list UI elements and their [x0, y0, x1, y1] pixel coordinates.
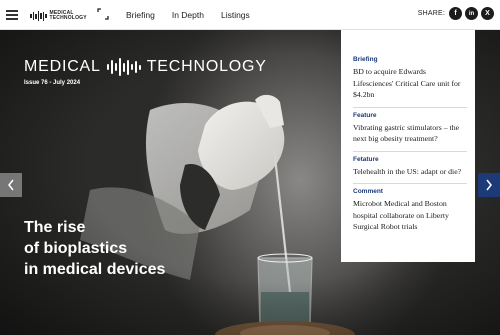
- article-item[interactable]: Briefing BD to acquire Edwards Lifescien…: [353, 30, 467, 108]
- article-title[interactable]: BD to acquire Edwards Lifesciences' Crit…: [353, 66, 467, 101]
- article-title[interactable]: Telehealth in the US: adapt or die?: [353, 166, 467, 178]
- article-title[interactable]: Vibrating gastric stimulators – the next…: [353, 122, 467, 145]
- main-nav: Briefing In Depth Listings: [126, 0, 250, 30]
- magazine-masthead: MEDICAL TECHNOLOGY: [24, 58, 267, 76]
- logo-text: MEDICAL TECHNOLOGY: [49, 9, 87, 21]
- carousel-prev-button[interactable]: [0, 173, 22, 197]
- carousel-next-button[interactable]: [478, 173, 500, 197]
- article-item[interactable]: Fetature Telehealth in the US: adapt or …: [353, 152, 467, 184]
- logo-wave-icon: [30, 11, 47, 21]
- top-bar: MEDICAL TECHNOLOGY Briefing In Depth Lis…: [0, 0, 500, 30]
- issue-label: Issue 76 - July 2024: [24, 80, 81, 86]
- headline-line: of bioplastics: [24, 240, 128, 257]
- article-item[interactable]: Feature Vibrating gastric stimulators – …: [353, 108, 467, 152]
- article-category: Feature: [353, 111, 377, 119]
- expand-icon[interactable]: [97, 8, 109, 20]
- article-title[interactable]: Microbot Medical and Boston hospital col…: [353, 198, 467, 233]
- masthead-word-left: MEDICAL: [24, 58, 101, 75]
- chevron-right-icon: [486, 179, 492, 191]
- headline-line: The rise: [24, 219, 86, 236]
- site-logo[interactable]: MEDICAL TECHNOLOGY: [30, 9, 87, 23]
- menu-icon[interactable]: [6, 10, 18, 20]
- chevron-left-icon: [8, 179, 14, 191]
- masthead-wave-icon: [106, 58, 141, 76]
- x-icon[interactable]: X: [481, 7, 494, 20]
- masthead-word-right: TECHNOLOGY: [146, 58, 267, 75]
- article-category: Briefing: [353, 56, 378, 63]
- share-label: SHARE:: [417, 10, 445, 17]
- share-bar: SHARE: f in X: [418, 7, 494, 20]
- facebook-icon[interactable]: f: [449, 7, 462, 20]
- nav-listings[interactable]: Listings: [221, 10, 250, 20]
- article-category: Comment: [353, 188, 383, 195]
- headline-line: in medical devices: [24, 261, 166, 278]
- hero-headline[interactable]: The rise of bioplastics in medical devic…: [24, 217, 224, 280]
- article-category: Fetature: [353, 155, 379, 163]
- page: MEDICAL TECHNOLOGY Briefing In Depth Lis…: [0, 0, 500, 335]
- nav-briefing[interactable]: Briefing: [126, 10, 155, 20]
- nav-in-depth[interactable]: In Depth: [172, 10, 204, 20]
- linkedin-icon[interactable]: in: [465, 7, 478, 20]
- article-item[interactable]: Comment Microbot Medical and Boston hosp…: [353, 184, 467, 239]
- article-list-panel: Briefing BD to acquire Edwards Lifescien…: [341, 30, 475, 262]
